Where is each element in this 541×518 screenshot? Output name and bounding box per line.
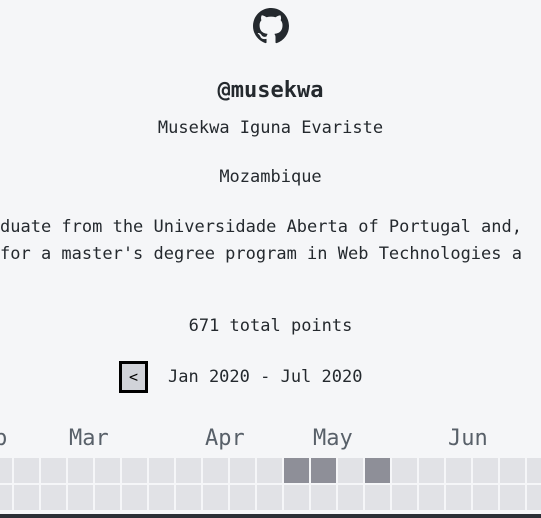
contribution-day-cell[interactable] — [176, 458, 201, 483]
contribution-day-cell[interactable] — [338, 458, 363, 483]
contribution-day-cell[interactable] — [95, 458, 120, 483]
bio-line: for a master's degree program in Web Tec… — [0, 244, 522, 264]
contribution-day-cell[interactable] — [95, 485, 120, 510]
bottom-bar — [0, 514, 541, 518]
contribution-day-cell[interactable] — [500, 458, 525, 483]
contribution-day-cell[interactable] — [392, 485, 417, 510]
contribution-day-cell[interactable] — [311, 458, 336, 483]
contribution-day-cell[interactable] — [41, 485, 66, 510]
profile-bio: duate from the Universidade Aberta of Po… — [0, 214, 541, 268]
contribution-day-cell[interactable] — [0, 485, 12, 510]
contribution-day-cell[interactable] — [392, 458, 417, 483]
contribution-day-cell[interactable] — [500, 485, 525, 510]
bio-line: duate from the Universidade Aberta of Po… — [0, 217, 522, 237]
month-label: Jun — [448, 426, 488, 451]
contribution-day-cell[interactable] — [122, 485, 147, 510]
prev-range-button[interactable]: < — [119, 361, 148, 393]
contribution-day-cell[interactable] — [149, 485, 174, 510]
contribution-day-cell[interactable] — [284, 485, 309, 510]
contribution-day-cell[interactable] — [14, 485, 39, 510]
contribution-day-cell[interactable] — [176, 485, 201, 510]
contribution-day-cell[interactable] — [446, 458, 471, 483]
profile-name: Musekwa Iguna Evariste — [157, 118, 384, 138]
contribution-day-cell[interactable] — [419, 485, 444, 510]
contribution-grid — [0, 458, 541, 518]
contribution-day-cell[interactable] — [68, 458, 93, 483]
date-range: Jan 2020 - Jul 2020 — [168, 367, 363, 387]
profile-handle: @musekwa — [217, 78, 324, 103]
month-labels: b Mar Apr May Jun — [0, 426, 541, 456]
contribution-day-cell[interactable] — [122, 458, 147, 483]
contribution-day-cell[interactable] — [203, 485, 228, 510]
month-label: Apr — [205, 426, 245, 451]
github-icon[interactable] — [253, 8, 289, 44]
month-label: Mar — [69, 426, 109, 451]
contribution-day-cell[interactable] — [41, 458, 66, 483]
contribution-day-cell[interactable] — [527, 458, 541, 483]
contribution-day-cell[interactable] — [68, 485, 93, 510]
contribution-day-cell[interactable] — [230, 458, 255, 483]
contribution-day-cell[interactable] — [365, 458, 390, 483]
total-points: 671 total points — [188, 316, 353, 336]
contribution-day-cell[interactable] — [257, 485, 282, 510]
contribution-day-cell[interactable] — [203, 458, 228, 483]
contribution-day-cell[interactable] — [473, 485, 498, 510]
contribution-day-cell[interactable] — [284, 458, 309, 483]
contribution-day-cell[interactable] — [527, 485, 541, 510]
contribution-day-cell[interactable] — [257, 458, 282, 483]
contribution-day-cell[interactable] — [365, 485, 390, 510]
month-label: b — [0, 426, 8, 451]
profile-location: Mozambique — [219, 167, 322, 187]
contribution-day-cell[interactable] — [446, 485, 471, 510]
contribution-day-cell[interactable] — [0, 458, 12, 483]
contribution-day-cell[interactable] — [419, 458, 444, 483]
contribution-day-cell[interactable] — [230, 485, 255, 510]
month-label: May — [313, 426, 353, 451]
contribution-day-cell[interactable] — [473, 458, 498, 483]
contribution-day-cell[interactable] — [14, 458, 39, 483]
contribution-day-cell[interactable] — [149, 458, 174, 483]
contribution-day-cell[interactable] — [338, 485, 363, 510]
contribution-day-cell[interactable] — [311, 485, 336, 510]
